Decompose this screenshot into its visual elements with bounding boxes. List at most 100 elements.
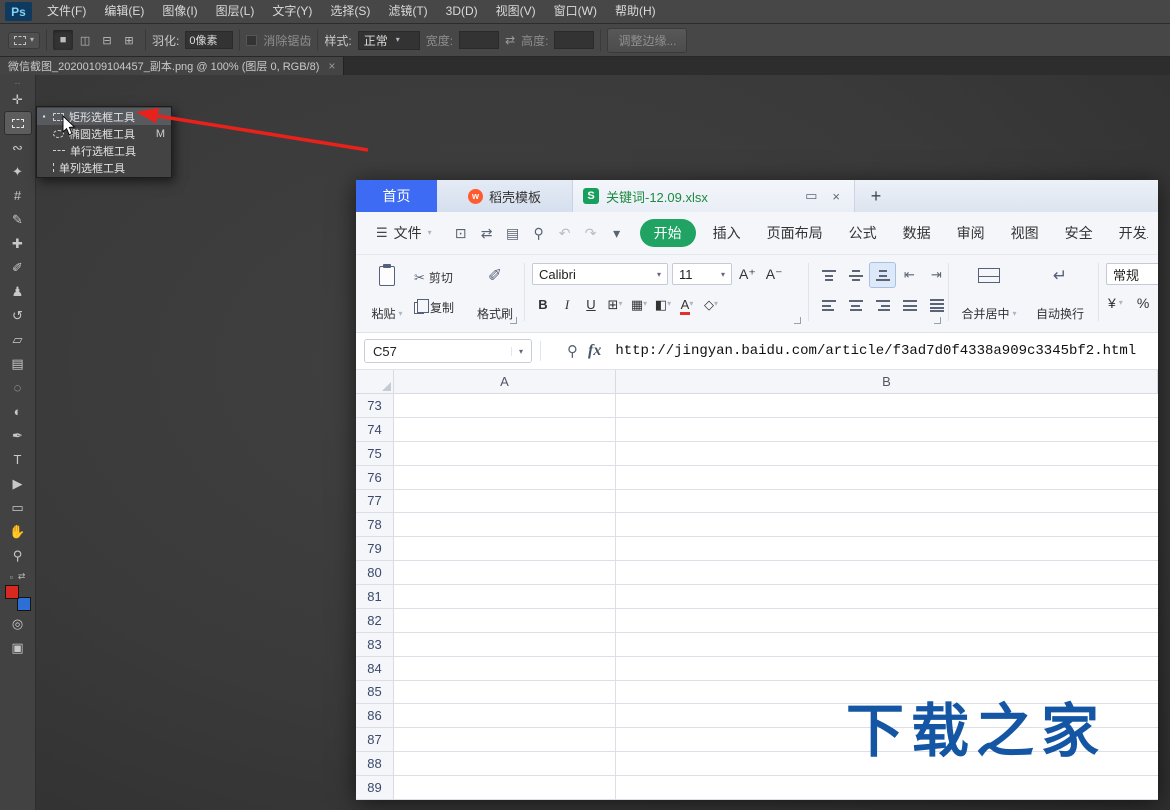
flyout-item[interactable]: ▪矩形选框工具 <box>37 108 171 125</box>
menubar-item[interactable]: 视图(V) <box>487 0 545 23</box>
ribbon-tab[interactable]: 视图 <box>998 223 1052 243</box>
valign-middle-icon[interactable] <box>843 263 868 287</box>
row-header[interactable]: 81 <box>356 585 394 608</box>
shading-button[interactable]: ▦▾ <box>628 293 650 315</box>
name-box[interactable]: C57 ▾ <box>364 339 532 363</box>
selection-mode-button[interactable]: ■ <box>53 30 73 50</box>
redo-icon[interactable]: ↷ <box>578 225 604 242</box>
align-left-icon[interactable] <box>816 293 841 317</box>
menubar-item[interactable]: 文字(Y) <box>263 0 321 23</box>
cell[interactable] <box>616 490 1158 513</box>
export-icon[interactable]: ⇄ <box>474 225 500 242</box>
selection-mode-button[interactable]: ⊞ <box>119 30 139 50</box>
move-tool[interactable]: ✛ <box>4 87 32 111</box>
valign-bottom-icon[interactable] <box>870 263 895 287</box>
tab-home[interactable]: 首页 <box>356 180 437 212</box>
ribbon-tab[interactable]: 开发工具 <box>1106 223 1148 243</box>
underline-button[interactable]: U <box>580 293 602 315</box>
row-header[interactable]: 78 <box>356 513 394 536</box>
eraser-tool[interactable]: ▱ <box>4 327 32 351</box>
cell[interactable] <box>616 537 1158 560</box>
ribbon-tab[interactable]: 插入 <box>700 223 754 243</box>
print-preview-icon[interactable]: ⚲ <box>526 225 552 242</box>
row-header[interactable]: 76 <box>356 466 394 489</box>
cell[interactable] <box>616 466 1158 489</box>
ribbon-tab[interactable]: 数据 <box>890 223 944 243</box>
cell[interactable] <box>394 704 616 727</box>
distribute-icon[interactable] <box>924 293 949 317</box>
crop-tool[interactable]: # <box>4 183 32 207</box>
percent-format-button[interactable]: % <box>1137 295 1149 311</box>
copy-button[interactable]: 复制 <box>414 299 454 316</box>
row-header[interactable]: 87 <box>356 728 394 751</box>
justify-icon[interactable] <box>897 293 922 317</box>
close-document-icon[interactable]: × <box>328 59 335 73</box>
menubar-item[interactable]: 文件(F) <box>38 0 95 23</box>
cut-button[interactable]: ✂ 剪切 <box>414 269 453 286</box>
history-brush-tool[interactable]: ↺ <box>4 303 32 327</box>
row-header[interactable]: 85 <box>356 681 394 704</box>
width-input[interactable] <box>459 31 499 49</box>
monitor-icon[interactable]: ▭ <box>801 188 821 204</box>
cell[interactable] <box>616 513 1158 536</box>
undo-icon[interactable]: ↶ <box>552 225 578 242</box>
color-swatches[interactable] <box>5 585 31 611</box>
file-menu-button[interactable]: ☰ 文件 ▾ <box>366 223 442 243</box>
healing-brush-tool[interactable]: ✚ <box>4 231 32 255</box>
cell[interactable] <box>616 394 1158 417</box>
ribbon-tab[interactable]: 审阅 <box>944 223 998 243</box>
bold-button[interactable]: B <box>532 293 554 315</box>
cell[interactable] <box>394 681 616 704</box>
cell[interactable] <box>394 490 616 513</box>
pen-tool[interactable]: ✒ <box>4 423 32 447</box>
quick-selection-tool[interactable]: ✦ <box>4 159 32 183</box>
cell[interactable] <box>394 418 616 441</box>
quick-mask-button[interactable]: ◎ <box>4 611 32 635</box>
row-header[interactable]: 84 <box>356 657 394 680</box>
tab-document[interactable]: S 关键词-12.09.xlsx ▭ × <box>573 180 855 212</box>
cell[interactable] <box>394 633 616 656</box>
zoom-formula-icon[interactable]: ⚲ <box>567 342 578 360</box>
close-tab-icon[interactable]: × <box>828 189 844 204</box>
column-header-b[interactable]: B <box>616 370 1158 393</box>
cell[interactable] <box>616 657 1158 680</box>
formula-content[interactable]: http://jingyan.baidu.com/article/f3ad7d0… <box>615 343 1150 359</box>
dialog-launcher-icon[interactable] <box>794 317 801 324</box>
clone-stamp-tool[interactable]: ♟ <box>4 279 32 303</box>
cell[interactable] <box>394 752 616 775</box>
menubar-item[interactable]: 选择(S) <box>321 0 379 23</box>
foreground-color-swatch[interactable] <box>5 585 19 599</box>
path-selection-tool[interactable]: ▶ <box>4 471 32 495</box>
row-header[interactable]: 80 <box>356 561 394 584</box>
feather-input[interactable] <box>185 31 233 49</box>
indent-decrease-icon[interactable]: ⇤ <box>897 263 922 287</box>
row-header[interactable]: 74 <box>356 418 394 441</box>
selection-mode-button[interactable]: ⊟ <box>97 30 117 50</box>
type-tool[interactable]: T <box>4 447 32 471</box>
font-size-select[interactable]: 11 ▾ <box>672 263 732 285</box>
cell[interactable] <box>616 776 1158 799</box>
column-header-a[interactable]: A <box>394 370 616 393</box>
dialog-launcher-icon[interactable] <box>510 317 517 324</box>
tool-preset-dropdown[interactable]: ▾ <box>8 32 40 49</box>
ribbon-tab[interactable]: 页面布局 <box>754 223 836 243</box>
selection-mode-button[interactable]: ◫ <box>75 30 95 50</box>
shape-tool[interactable]: ▭ <box>4 495 32 519</box>
clear-format-button[interactable]: ◇▾ <box>700 293 722 315</box>
document-tab[interactable]: 微信截图_20200109104457_副本.png @ 100% (图层 0,… <box>0 57 344 75</box>
palette-grip[interactable]: ‥ <box>14 77 20 87</box>
row-header[interactable]: 73 <box>356 394 394 417</box>
brush-tool[interactable]: ✐ <box>4 255 32 279</box>
merge-center-button[interactable]: 合并居中 ▾ <box>956 261 1022 325</box>
menubar-item[interactable]: 帮助(H) <box>606 0 665 23</box>
save-icon[interactable]: ⊡ <box>448 225 474 242</box>
swap-dimensions-icon[interactable]: ⇄ <box>505 33 515 47</box>
cell[interactable] <box>394 657 616 680</box>
cell[interactable] <box>394 466 616 489</box>
row-header[interactable]: 75 <box>356 442 394 465</box>
menubar-item[interactable]: 编辑(E) <box>95 0 153 23</box>
cell[interactable] <box>394 394 616 417</box>
new-tab-button[interactable]: + <box>855 180 897 212</box>
swap-colors-icon[interactable]: ⇄ <box>18 571 26 582</box>
cell[interactable] <box>616 442 1158 465</box>
